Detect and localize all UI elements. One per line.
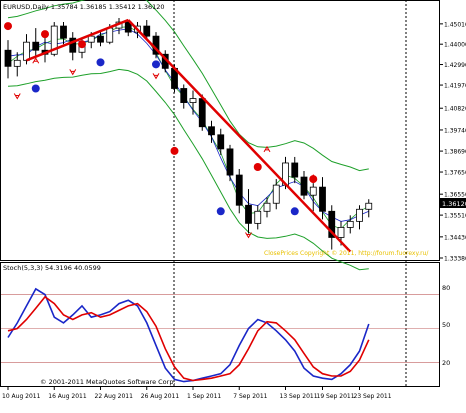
- candle-body: [226, 148, 234, 176]
- blue-dot-marker: [152, 60, 160, 69]
- blue-dot-marker: [96, 58, 105, 67]
- candle-body: [346, 220, 354, 228]
- time-tick-label: 7 Sep 2011: [233, 393, 267, 400]
- candle-body: [143, 25, 151, 37]
- price-tick-label: 1.41970: [444, 83, 466, 90]
- candle-body: [13, 59, 21, 67]
- candle-body: [263, 202, 271, 212]
- stoch-level-20: 20: [442, 359, 450, 367]
- candle-body: [319, 186, 326, 212]
- candle-body: [309, 186, 317, 196]
- red-dot-marker: [253, 163, 262, 172]
- price-tick-label: 1.40820: [444, 106, 466, 113]
- time-tick-label: 23 Sep 2011: [354, 393, 392, 400]
- time-tick-label: 19 Sep 2011: [317, 393, 355, 400]
- candle-body: [365, 202, 373, 210]
- red-dot-marker: [170, 146, 179, 155]
- price-tick-label: 1.37650: [444, 170, 466, 177]
- chart-background: [0, 0, 466, 413]
- candle-body: [87, 35, 95, 43]
- red-dot-marker: [4, 22, 12, 31]
- current-price-label: 1.36120: [442, 200, 466, 208]
- price-tick-label: 1.39740: [444, 127, 466, 134]
- candle-body: [208, 126, 215, 136]
- candle-body: [23, 41, 30, 61]
- stoch-level-50: 50: [442, 321, 450, 329]
- price-tick-label: 1.33380: [444, 256, 466, 263]
- price-tick-label: 1.36550: [444, 192, 466, 199]
- price-tick-label: 1.34430: [444, 234, 466, 241]
- candle-body: [291, 162, 299, 178]
- candle-body: [356, 208, 363, 222]
- price-tick-label: 1.42990: [444, 62, 466, 69]
- candle-body: [217, 134, 225, 150]
- price-tick-label: 1.44000: [444, 42, 466, 49]
- trading-chart[interactable]: 1.45010 1.44000 1.42990 1.41970 1.40820 1.397…: [0, 0, 466, 413]
- candle-body: [106, 27, 114, 43]
- time-tick-label: 1 Sep 2011: [187, 393, 221, 400]
- price-tick-label: 1.38690: [444, 149, 466, 156]
- candle-body: [32, 41, 40, 51]
- candle-body: [198, 98, 206, 128]
- time-tick-label: 10 Aug 2011: [2, 393, 41, 400]
- time-tick-label: 13 Sep 2011: [280, 393, 318, 400]
- stoch-level-80: 80: [442, 284, 450, 292]
- watermark-text: ClosePrices Copyright © 2011, http://for…: [264, 250, 429, 257]
- candle-body: [254, 210, 262, 224]
- candle-body: [245, 204, 252, 224]
- blue-dot-marker: [31, 84, 40, 93]
- candle-body: [180, 88, 188, 103]
- candle-body: [97, 35, 104, 43]
- chart-header: EURUSD,Daily 1.35784 1.36185 1.35412 1.3…: [3, 3, 165, 11]
- candle-body: [4, 49, 12, 67]
- candle-body: [337, 226, 345, 238]
- red-dot-marker: [78, 40, 86, 49]
- blue-dot-marker: [290, 207, 299, 216]
- stoch-header: Stoch(5,3,3) 54.3196 40.0599: [3, 264, 101, 272]
- price-tick-label: 1.45010: [444, 21, 466, 28]
- time-tick-label: 22 Aug 2011: [95, 393, 134, 400]
- copyright-text: © 2001-2011 MetaQuotes Software Corp.: [40, 378, 176, 386]
- candle-body: [272, 184, 280, 204]
- time-tick-label: 16 Aug 2011: [48, 393, 87, 400]
- candle-body: [235, 174, 243, 206]
- candle-body: [189, 98, 197, 103]
- candle-body: [60, 25, 67, 39]
- blue-dot-marker: [216, 207, 225, 216]
- price-tick-label: 1.35510: [444, 213, 466, 220]
- time-tick-label: 26 Aug 2011: [141, 393, 180, 400]
- candle-body: [300, 176, 308, 196]
- red-dot-marker: [41, 30, 49, 39]
